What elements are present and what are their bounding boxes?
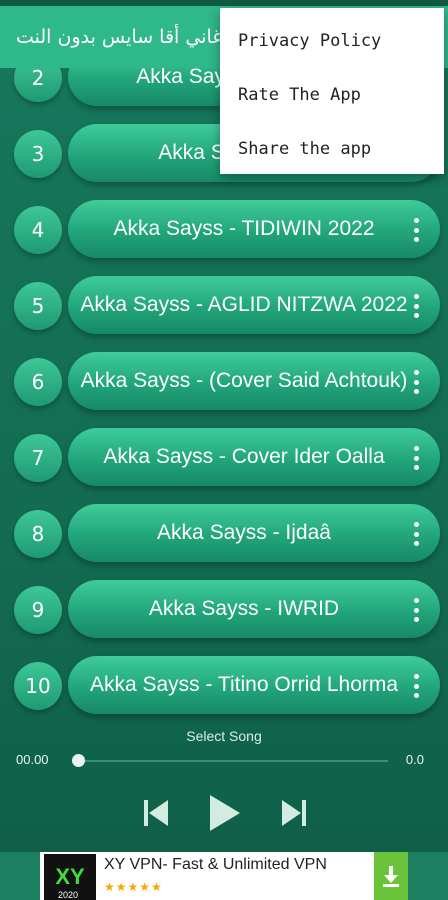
song-row[interactable]: 10 Akka Sayss - Titino Orrid Lhorma (0, 656, 448, 716)
music-player: Select Song 00.00 0.0 (0, 720, 448, 852)
skip-next-icon (282, 800, 306, 826)
song-number: 8 (14, 510, 62, 558)
ad-content[interactable]: XY 2020 XY VPN- Fast & Unlimited VPN ★★★… (40, 852, 408, 900)
song-number: 5 (14, 282, 62, 330)
song-button[interactable]: Akka Sayss - Cover Ider Oalla (68, 428, 440, 486)
more-options-icon[interactable] (412, 294, 420, 318)
player-status: Select Song (186, 728, 262, 744)
song-number: 4 (14, 206, 62, 254)
menu-item-privacy-policy[interactable]: Privacy Policy (220, 14, 444, 68)
song-button[interactable]: Akka Sayss - IWRID (68, 580, 440, 638)
song-title: Akka Sayss - Ijdaâ (157, 521, 331, 544)
more-options-icon[interactable] (412, 522, 420, 546)
song-row[interactable]: 6 Akka Sayss - (Cover Said Achtouk) (0, 352, 448, 412)
ad-rating: ★★★★★ (104, 880, 163, 894)
more-options-icon[interactable] (412, 674, 420, 698)
ad-download-button[interactable] (374, 852, 408, 900)
song-row[interactable]: 7 Akka Sayss - Cover Ider Oalla (0, 428, 448, 488)
menu-item-share-app[interactable]: Share the app (220, 122, 444, 176)
download-icon (383, 866, 399, 887)
overflow-menu: Privacy Policy Rate The App Share the ap… (220, 8, 444, 174)
song-row[interactable]: 8 Akka Sayss - Ijdaâ (0, 504, 448, 564)
play-button[interactable] (204, 790, 244, 836)
song-button[interactable]: Akka Sayss - (Cover Said Achtouk) (68, 352, 440, 410)
more-options-icon[interactable] (412, 598, 420, 622)
song-row[interactable]: 5 Akka Sayss - AGLID NITZWA 2022 (0, 276, 448, 336)
ad-banner[interactable]: XY 2020 XY VPN- Fast & Unlimited VPN ★★★… (0, 852, 448, 900)
song-number: 3 (14, 130, 62, 178)
song-title: Akka Sayss - Titino Orrid Lhorma (89, 673, 399, 696)
more-options-icon[interactable] (412, 218, 420, 242)
ad-title: XY VPN- Fast & Unlimited VPN (104, 856, 327, 873)
ad-logo-text: XY (55, 864, 85, 889)
seek-bar[interactable] (78, 760, 388, 762)
elapsed-time: 00.00 (16, 752, 49, 767)
song-title: Akka Sayss - Cover Ider Oalla (103, 445, 385, 468)
song-button[interactable]: Akka Sayss - AGLID NITZWA 2022 (68, 276, 440, 334)
more-options-icon[interactable] (412, 370, 420, 394)
more-options-icon[interactable] (412, 446, 420, 470)
menu-item-rate-app[interactable]: Rate The App (220, 68, 444, 122)
ad-app-logo: XY 2020 (44, 854, 96, 900)
song-number: 6 (14, 358, 62, 406)
song-row[interactable]: 9 Akka Sayss - IWRID (0, 580, 448, 640)
song-row[interactable]: 4 Akka Sayss - TIDIWIN 2022 (0, 200, 448, 260)
song-button[interactable]: Akka Sayss - Ijdaâ (68, 504, 440, 562)
play-icon (210, 795, 240, 831)
playback-controls (0, 790, 448, 836)
ad-logo-year: 2020 (58, 890, 79, 900)
seek-thumb[interactable] (72, 754, 85, 767)
next-button[interactable] (278, 790, 310, 836)
total-time: 0.0 (405, 752, 424, 767)
song-title: Akka Sayss - (Cover Said Achtouk) (80, 369, 408, 392)
song-title: Akka Sayss - IWRID (148, 597, 340, 620)
song-number: 10 (14, 662, 62, 710)
song-number: 9 (14, 586, 62, 634)
skip-previous-icon (144, 800, 168, 826)
app-title: أغاني أقا سايس بدون النت (16, 26, 228, 48)
song-number: 7 (14, 434, 62, 482)
song-button[interactable]: Akka Sayss - TIDIWIN 2022 (68, 200, 440, 258)
song-title: Akka Sayss - AGLID NITZWA 2022 (80, 293, 408, 316)
previous-button[interactable] (140, 790, 172, 836)
song-button[interactable]: Akka Sayss - Titino Orrid Lhorma (68, 656, 440, 714)
song-title: Akka Sayss - TIDIWIN 2022 (113, 217, 375, 240)
